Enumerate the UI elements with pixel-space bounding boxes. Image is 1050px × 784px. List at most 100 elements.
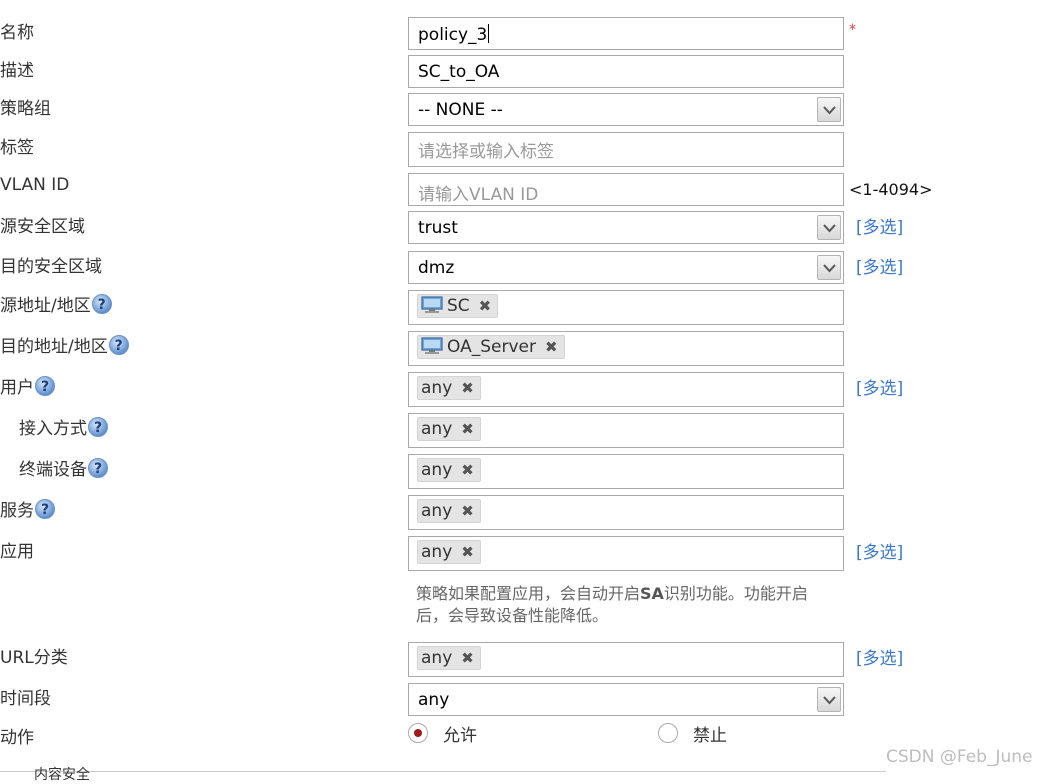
tags-label: 标签 [0,138,34,158]
policy-group-label: 策略组 [0,99,51,119]
description-value: SC_to_OA [418,62,500,82]
close-icon[interactable]: ✖ [461,502,474,520]
close-icon[interactable]: ✖ [461,543,474,561]
chevron-down-icon[interactable] [817,687,841,712]
application-note: 策略如果配置应用，会自动开启SA识别功能。功能开启 后，会导致设备性能降低。 [416,583,866,627]
help-icon[interactable]: ? [35,499,55,519]
user-multi-select[interactable]: [多选] [856,374,903,399]
close-icon[interactable]: ✖ [461,461,474,479]
note-line-2: 后，会导致设备性能降低。 [416,606,609,625]
description-label: 描述 [0,61,34,81]
application-label: 应用 [0,542,34,562]
header-underline [418,0,598,2]
watermark: CSDN @Feb_June [886,747,1033,767]
user-label-wrap: 用户? [0,373,55,398]
chevron-down-icon[interactable] [817,97,841,122]
dest-zone-select[interactable]: dmz [408,251,844,284]
url-category-multi-select[interactable]: [多选] [856,644,903,669]
note-text-a: 策略如果配置应用，会自动开启 [416,584,641,603]
close-icon[interactable]: ✖ [545,338,558,356]
terminal-device-input[interactable]: any ✖ [408,454,844,489]
computer-icon [421,296,443,320]
user-input[interactable]: any ✖ [408,372,844,407]
dest-zone-label: 目的安全区域 [0,257,102,277]
service-tag: any ✖ [417,499,481,523]
dest-address-tag-text: OA_Server [447,337,536,357]
dest-address-label: 目的地址/地区 [0,337,108,357]
help-icon[interactable]: ? [108,335,129,355]
terminal-device-label-wrap: 终端设备? [19,455,108,480]
source-zone-select[interactable]: trust [408,211,844,244]
tags-placeholder: 请选择或输入标签 [418,142,554,162]
vlan-id-label: VLAN ID [0,175,70,195]
application-multi-select[interactable]: [多选] [856,538,903,563]
access-method-tag-text: any [421,419,453,439]
vlan-range-hint: <1-4094> [849,180,933,199]
user-label: 用户 [0,378,34,398]
note-line-1: 策略如果配置应用，会自动开启SA识别功能。功能开启 [416,583,866,605]
close-icon[interactable]: ✖ [461,420,474,438]
application-tag: any ✖ [417,540,481,564]
source-address-tag: SC ✖ [417,294,499,320]
chevron-down-icon[interactable] [817,215,841,240]
time-range-select[interactable]: any [408,683,844,716]
tags-input[interactable]: 请选择或输入标签 [408,132,844,167]
source-zone-label: 源安全区域 [0,217,85,237]
text-caret [488,24,490,43]
chevron-down-icon[interactable] [817,255,841,280]
time-range-value: any [418,690,450,710]
source-zone-multi-select[interactable]: [多选] [856,213,903,238]
service-input[interactable]: any ✖ [408,495,844,530]
time-range-label: 时间段 [0,689,51,709]
dest-address-label-wrap: 目的地址/地区? [0,332,129,357]
user-tag: any ✖ [417,376,481,400]
url-category-input[interactable]: any ✖ [408,642,844,677]
name-input[interactable]: policy_3 [408,17,844,50]
dest-zone-value: dmz [418,258,455,278]
name-label: 名称 [0,23,34,43]
source-address-input[interactable]: SC ✖ [408,290,844,325]
service-label-wrap: 服务? [0,496,55,521]
help-icon[interactable]: ? [91,294,112,314]
source-address-tag-text: SC [447,296,470,316]
source-address-label-wrap: 源地址/地区? [0,291,112,316]
action-allow-label[interactable]: 允许 [443,721,477,746]
url-category-label: URL分类 [0,648,68,668]
action-allow-radio[interactable] [408,723,428,743]
dest-address-tag: OA_Server ✖ [417,335,565,359]
access-method-tag: any ✖ [417,417,481,441]
dest-address-input[interactable]: OA_Server ✖ [408,331,844,366]
required-mark: * [849,22,856,38]
close-icon[interactable]: ✖ [479,297,492,315]
url-category-tag-text: any [421,648,453,668]
access-method-label-wrap: 接入方式? [19,414,108,439]
service-label: 服务 [0,501,34,521]
application-tag-text: any [421,542,453,562]
action-deny-label[interactable]: 禁止 [693,721,727,746]
help-icon[interactable]: ? [35,376,55,396]
action-deny-radio[interactable] [658,723,678,743]
application-input[interactable]: any ✖ [408,536,844,571]
terminal-device-tag-text: any [421,460,453,480]
service-tag-text: any [421,501,453,521]
access-method-label: 接入方式 [19,419,87,439]
source-zone-value: trust [418,218,458,238]
action-label: 动作 [0,728,34,748]
close-icon[interactable]: ✖ [461,379,474,397]
vlan-id-input[interactable]: 请输入VLAN ID [408,173,844,206]
close-icon[interactable]: ✖ [461,649,474,667]
name-value: policy_3 [418,25,488,45]
section-divider [0,771,886,772]
description-input[interactable]: SC_to_OA [408,55,844,88]
help-icon[interactable]: ? [88,458,108,478]
help-icon[interactable]: ? [88,417,108,437]
note-text-sa: SA [640,584,664,603]
url-category-tag: any ✖ [417,646,481,670]
terminal-device-label: 终端设备 [19,460,87,480]
dest-zone-multi-select[interactable]: [多选] [856,253,903,278]
vlan-id-placeholder: 请输入VLAN ID [418,185,539,205]
user-tag-text: any [421,378,453,398]
access-method-input[interactable]: any ✖ [408,413,844,448]
source-address-label: 源地址/地区 [0,296,91,316]
policy-group-select[interactable]: -- NONE -- [408,93,844,126]
